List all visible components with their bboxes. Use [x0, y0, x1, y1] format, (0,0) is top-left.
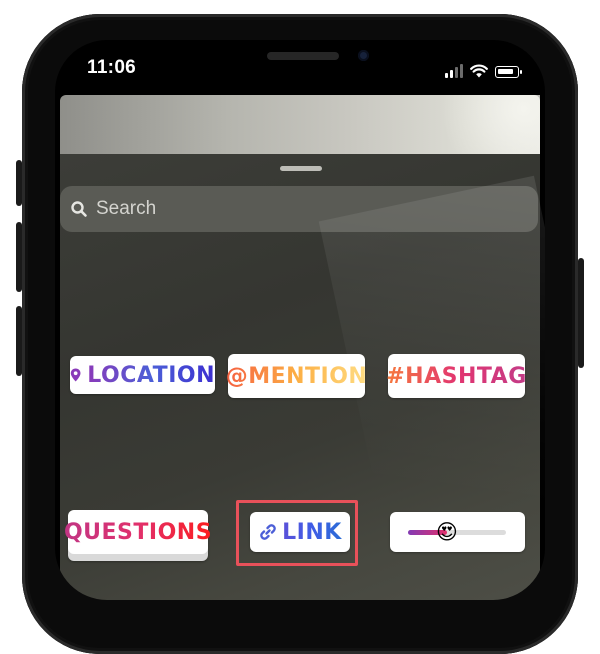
power-button: [578, 258, 584, 368]
sticker-tray: Search LOCATION @MENTION #HASHTAG QUESTI…: [60, 154, 540, 600]
status-icons: [445, 58, 522, 78]
wifi-icon: [470, 64, 488, 78]
battery-icon: [495, 66, 522, 78]
sticker-search-field[interactable]: Search: [60, 186, 538, 232]
location-pin-icon: [70, 368, 81, 382]
search-icon: [71, 201, 87, 217]
link-sticker[interactable]: LINK: [250, 512, 350, 552]
drag-handle[interactable]: [280, 166, 322, 171]
location-sticker[interactable]: LOCATION: [70, 356, 215, 394]
questions-sticker-label: QUESTIONS: [63, 519, 213, 545]
phone-screen: 11:06 Search LOCATION @MENTION #HASHTAG …: [55, 40, 545, 600]
hashtag-sticker[interactable]: #HASHTAG: [386, 354, 527, 398]
emoji-slider-sticker[interactable]: 😍: [390, 512, 525, 552]
search-placeholder: Search: [96, 198, 157, 219]
mention-sticker-label: @MENTION: [225, 363, 368, 389]
slider-fill: [408, 530, 447, 535]
status-bar: 11:06: [55, 40, 545, 95]
status-time: 11:06: [87, 57, 137, 78]
hashtag-sticker-label: #HASHTAG: [386, 363, 527, 389]
mention-sticker[interactable]: @MENTION: [225, 354, 368, 398]
front-camera: [358, 50, 369, 61]
cellular-signal-icon: [445, 64, 463, 78]
link-sticker-label: LINK: [282, 519, 342, 545]
link-chain-icon: [260, 524, 276, 540]
location-sticker-label: LOCATION: [87, 362, 215, 388]
slider-track: [408, 530, 506, 535]
questions-sticker[interactable]: QUESTIONS: [64, 510, 212, 554]
heart-eyes-emoji-icon[interactable]: 😍: [436, 520, 458, 544]
earpiece-speaker: [267, 52, 339, 60]
